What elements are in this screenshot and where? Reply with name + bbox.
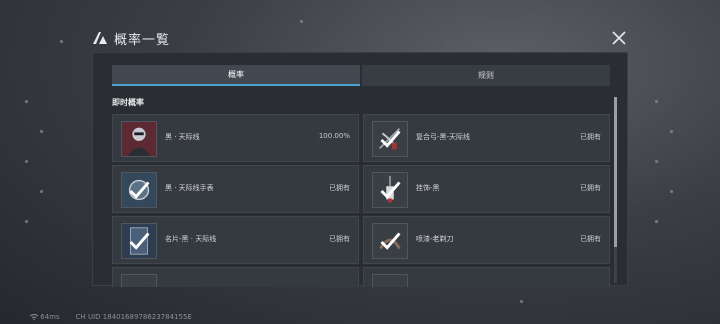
section-title: 即时概率 <box>112 98 144 107</box>
owned-badge: 已拥有 <box>329 184 350 192</box>
owned-badge: 已拥有 <box>580 184 601 192</box>
item-name: 黑 · 天际线手表 <box>165 184 214 192</box>
probability-panel: 概率 规则 即时概率 黑 · 天际线 100.00% 复合弓-黑-天际线 已拥有… <box>92 52 628 287</box>
background-dot <box>40 130 43 133</box>
item-card[interactable]: 挂饰-黑 已拥有 <box>363 165 610 213</box>
item-card[interactable] <box>112 267 359 287</box>
item-card[interactable] <box>363 267 610 287</box>
tab-rules[interactable]: 规则 <box>362 65 610 86</box>
background-dot <box>300 20 303 23</box>
background-dot <box>670 190 673 193</box>
page-title: 概率一覧 <box>114 32 171 48</box>
ping-value: 64ms <box>40 313 60 321</box>
background-dot <box>670 130 673 133</box>
item-grid: 黑 · 天际线 100.00% 复合弓-黑-天际线 已拥有 黑 · 天际线手表 … <box>112 114 610 287</box>
owned-badge: 已拥有 <box>580 235 601 243</box>
background-dot <box>40 190 43 193</box>
item-card[interactable]: 黑 · 天际线手表 已拥有 <box>112 165 359 213</box>
background-dot <box>655 100 658 103</box>
background-dot <box>25 100 28 103</box>
tab-probability[interactable]: 概率 <box>112 65 360 86</box>
scrollbar-thumb[interactable] <box>614 97 617 247</box>
item-card[interactable]: 喷漆-老剃刀 已拥有 <box>363 216 610 264</box>
item-card[interactable]: 黑 · 天际线 100.00% <box>112 114 359 162</box>
wifi-icon <box>29 314 39 321</box>
item-name: 挂饰-黑 <box>416 184 440 192</box>
scrollbar[interactable] <box>614 97 617 283</box>
partial-item-icon <box>121 274 157 287</box>
owned-badge: 已拥有 <box>329 235 350 243</box>
item-name: 喷漆-老剃刀 <box>416 235 454 243</box>
item-name: 黑 · 天际线 <box>165 133 200 141</box>
black-skyline-character-icon <box>121 121 157 157</box>
user-uid: CH UID 1840168978623784155E <box>75 313 192 321</box>
item-name: 复合弓-黑-天际线 <box>416 133 471 141</box>
background-dot <box>655 160 658 163</box>
item-name: 名片-黑 · 天际线 <box>165 235 217 243</box>
game-logo-icon <box>93 32 107 44</box>
compound-bow-icon <box>372 121 408 157</box>
item-probability: 100.00% <box>318 132 350 140</box>
tab-bar: 概率 规则 <box>112 65 610 86</box>
background-dot <box>25 160 28 163</box>
owned-badge: 已拥有 <box>580 133 601 141</box>
pendant-icon <box>372 172 408 208</box>
background-dot <box>25 220 28 223</box>
background-dot <box>520 300 523 303</box>
title-bar: 概率一覧 <box>92 28 170 48</box>
item-card[interactable]: 名片-黑 · 天际线 已拥有 <box>112 216 359 264</box>
item-card[interactable]: 复合弓-黑-天际线 已拥有 <box>363 114 610 162</box>
spray-paint-icon <box>372 223 408 259</box>
status-footer: 64ms CH UID 1840168978623784155E <box>29 313 192 321</box>
close-icon[interactable] <box>611 30 627 46</box>
name-card-icon <box>121 223 157 259</box>
wifi-ping: 64ms <box>29 313 60 321</box>
background-dot <box>655 220 658 223</box>
background-dot <box>60 40 63 43</box>
decorative-text: · · · · · · · <box>446 38 510 45</box>
watch-icon <box>121 172 157 208</box>
partial-item-icon <box>372 274 408 287</box>
